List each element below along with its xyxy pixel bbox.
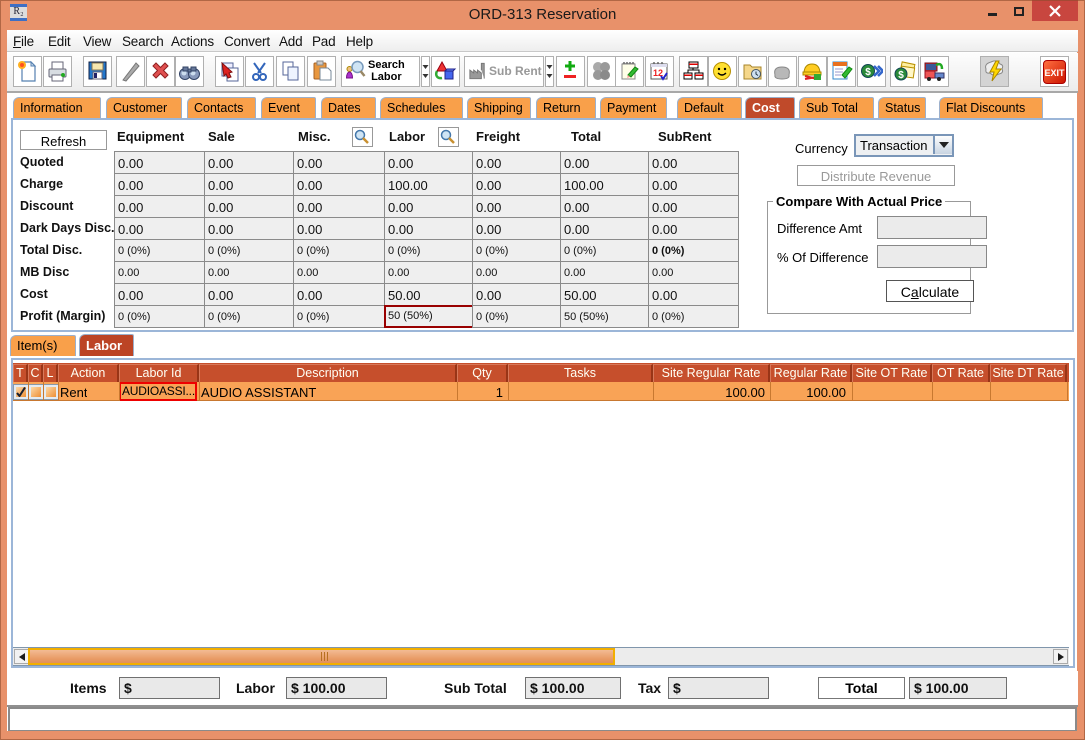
svg-text:$: $ [898, 70, 904, 81]
svg-text:$: $ [865, 67, 871, 78]
